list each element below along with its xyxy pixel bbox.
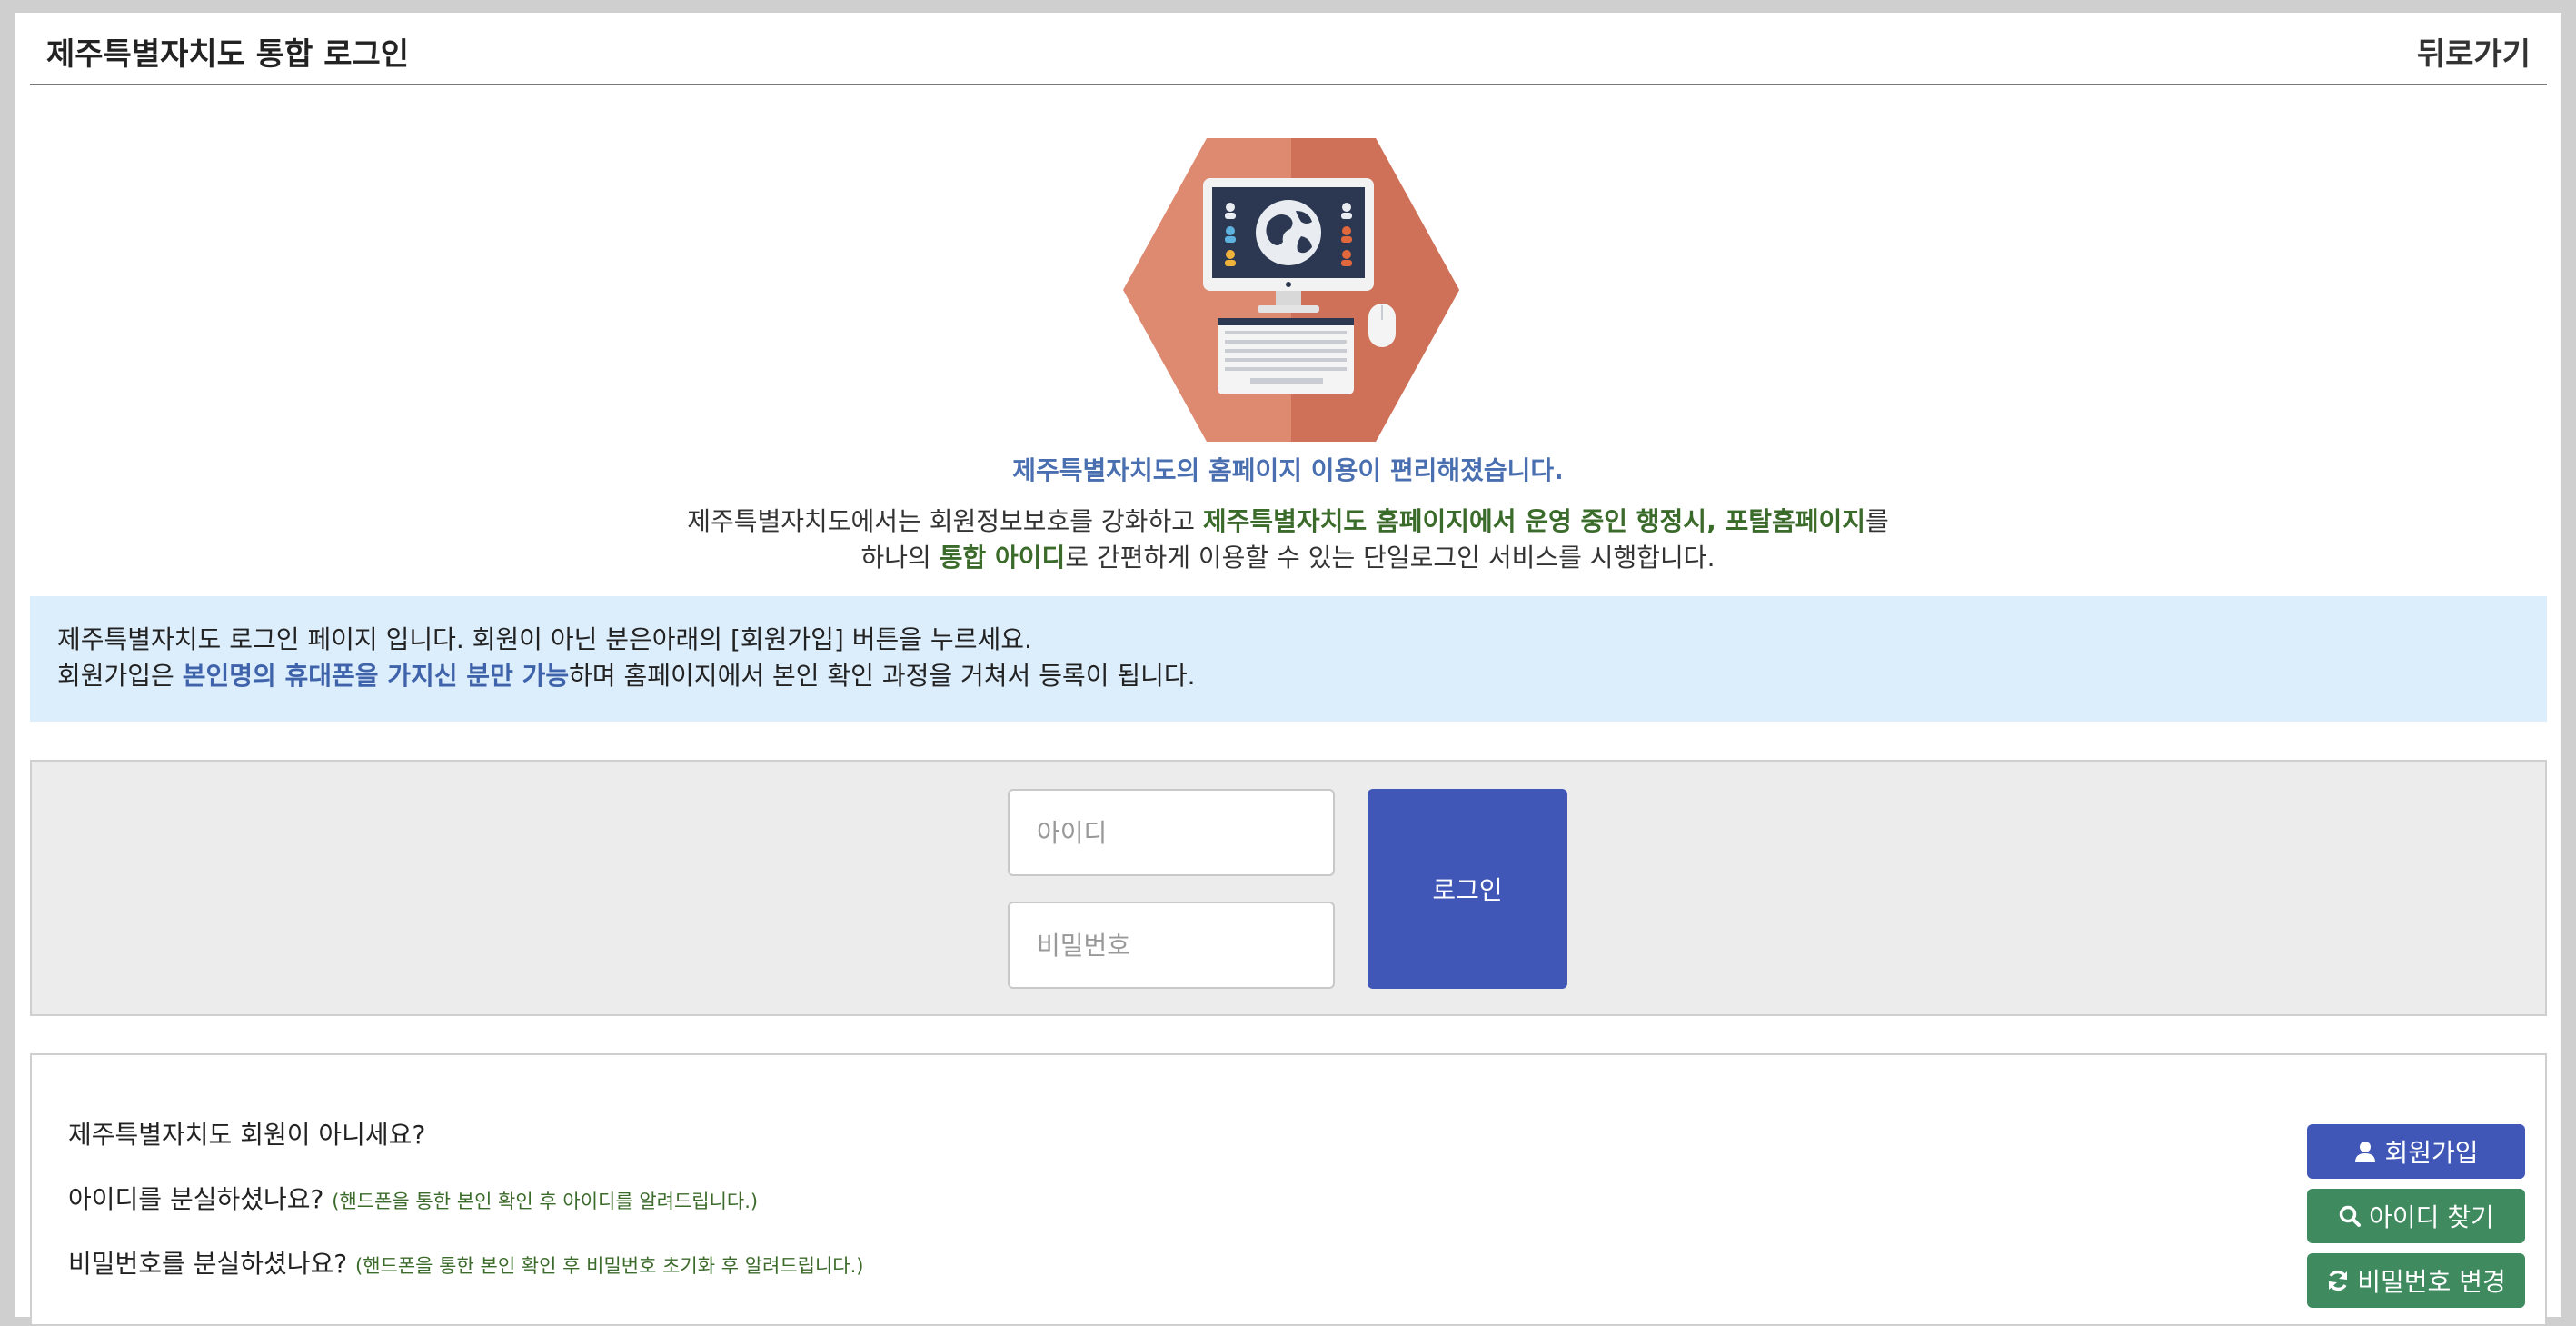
globe-icon bbox=[1256, 200, 1321, 265]
notice-line-2: 회원가입은 본인명의 휴대폰을 가지신 분만 가능하며 홈페이지에서 본인 확인… bbox=[57, 661, 1196, 691]
lost-password-note: (핸드폰을 통한 본인 확인 후 비밀번호 초기화 후 알려드립니다.) bbox=[355, 1255, 864, 1277]
user-icon bbox=[2353, 1140, 2377, 1163]
intro-line-2: 하나의 통합 아이디로 간편하게 이용할 수 있는 단일로그인 서비스를 시행합… bbox=[860, 543, 1716, 573]
intro-line-1: 제주특별자치도에서는 회원정보보호를 강화하고 제주특별자치도 홈페이지에서 운… bbox=[687, 506, 1889, 536]
page: 제주특별자치도 통합 로그인 뒤로가기 제주특별자치도의 홈페이지 이용이 편리… bbox=[15, 13, 2561, 1326]
page-title: 제주특별자치도 통합 로그인 bbox=[46, 36, 410, 73]
id-input[interactable] bbox=[1008, 789, 1335, 876]
notice-line-1: 제주특별자치도 로그인 페이지 입니다. 회원이 아닌 분은아래의 [회원가입]… bbox=[57, 624, 1032, 654]
help-box: 제주특별자치도 회원이 아니세요? 아이디를 분실하셨나요? (핸드폰을 통한 … bbox=[30, 1053, 2547, 1326]
join-button[interactable]: 회원가입 bbox=[2307, 1124, 2525, 1179]
not-member-text: 제주특별자치도 회원이 아니세요? bbox=[68, 1120, 426, 1150]
login-button[interactable]: 로그인 bbox=[1368, 789, 1567, 989]
back-link[interactable]: 뒤로가기 bbox=[2417, 29, 2531, 74]
lost-password-text: 비밀번호를 분실하셨나요? (핸드폰을 통한 본인 확인 후 비밀번호 초기화 … bbox=[68, 1249, 864, 1279]
change-password-button[interactable]: 비밀번호 변경 bbox=[2307, 1253, 2525, 1308]
password-input[interactable] bbox=[1008, 902, 1335, 989]
lost-id-text: 아이디를 분실하셨나요? (핸드폰을 통한 본인 확인 후 아이디를 알려드립니… bbox=[68, 1184, 759, 1214]
monitor-stand bbox=[1276, 291, 1301, 307]
lost-id-note: (핸드폰을 통한 본인 확인 후 아이디를 알려드립니다.) bbox=[332, 1191, 759, 1212]
login-form: 로그인 bbox=[30, 760, 2547, 1016]
intro-text: 제주특별자치도에서는 회원정보보호를 강화하고 제주특별자치도 홈페이지에서 운… bbox=[15, 503, 2561, 576]
computer-network-illustration bbox=[1123, 138, 1459, 442]
notice-box: 제주특별자치도 로그인 페이지 입니다. 회원이 아닌 분은아래의 [회원가입]… bbox=[30, 596, 2547, 722]
search-icon bbox=[2338, 1204, 2362, 1228]
header: 제주특별자치도 통합 로그인 뒤로가기 bbox=[30, 13, 2547, 85]
refresh-icon bbox=[2326, 1269, 2350, 1292]
find-id-button[interactable]: 아이디 찾기 bbox=[2307, 1189, 2525, 1243]
hero-headline: 제주특별자치도의 홈페이지 이용이 편리해졌습니다. bbox=[1012, 455, 1564, 485]
